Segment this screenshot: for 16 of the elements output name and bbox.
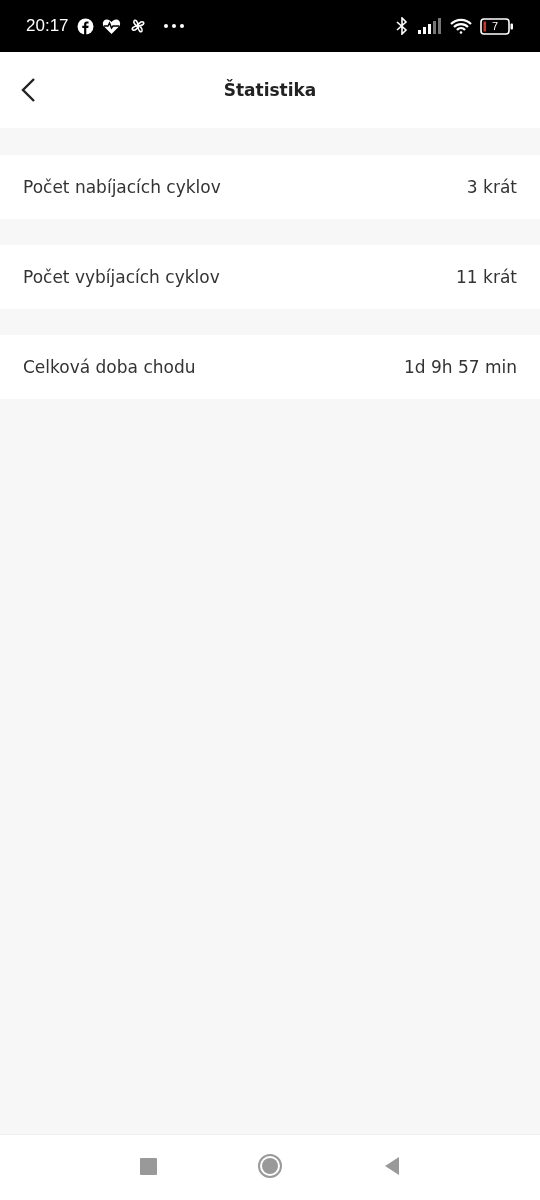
stat-label: Počet vybíjacích cyklov (23, 267, 220, 287)
battery-level: 7 (490, 18, 500, 34)
bluetooth-icon (394, 17, 410, 35)
stat-value: 1d 9h 57 min (403, 357, 517, 377)
recent-apps-button[interactable] (139, 1157, 157, 1178)
stat-label: Celková doba chodu (23, 357, 196, 377)
heart-pulse-icon (101, 17, 121, 35)
stat-value: 11 krát (456, 267, 517, 287)
facebook-icon (76, 17, 94, 35)
signal-icon (418, 18, 442, 34)
wifi-icon (450, 18, 472, 34)
stat-label: Počet nabíjacích cyklov (23, 177, 221, 197)
stat-value: 3 krát (466, 177, 517, 197)
more-icon (162, 23, 185, 29)
page-title: Štatistika (223, 80, 317, 100)
status-time: 20:17 (26, 16, 69, 36)
